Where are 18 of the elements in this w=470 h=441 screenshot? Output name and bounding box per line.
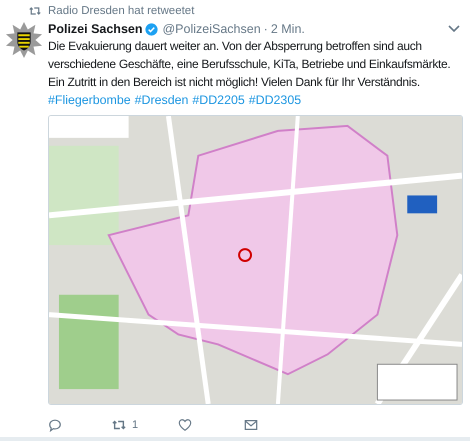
timestamp[interactable]: 2 Min.	[270, 22, 305, 36]
caret-icon[interactable]	[447, 24, 461, 34]
hashtag-link[interactable]: #DD2305	[248, 91, 302, 109]
separator-dot: ·	[264, 22, 268, 36]
retweet-icon[interactable]	[112, 418, 126, 432]
retweet-count: 1	[132, 419, 138, 431]
user-handle[interactable]: @PolizeiSachsen	[162, 22, 261, 36]
retweet-notice: Radio Dresden hat retweetet	[48, 5, 194, 17]
retweet-icon	[28, 5, 42, 17]
avatar-icon	[5, 21, 43, 59]
mail-icon[interactable]	[244, 418, 258, 432]
heart-icon[interactable]	[178, 418, 192, 432]
hashtag-link[interactable]: #Dresden	[134, 91, 188, 109]
reply-icon[interactable]	[48, 418, 62, 432]
author-name[interactable]: Polizei Sachsen	[48, 22, 142, 36]
hashtag-link[interactable]: #DD2205	[192, 91, 245, 109]
hashtag-link[interactable]: #Fliegerbombe	[48, 91, 131, 109]
tweet-text: Die Evakuierung dauert weiter an. Von der Absperrung betroffen sind auch verschiedene Geschäfte, eine Berufsschule, KiTa, Betriebe und Einkaufsmärkte. Ein Zutritt in den Bereich ist nicht möglich! Vielen Dank für Ihr Verständnis.	[48, 38, 452, 91]
